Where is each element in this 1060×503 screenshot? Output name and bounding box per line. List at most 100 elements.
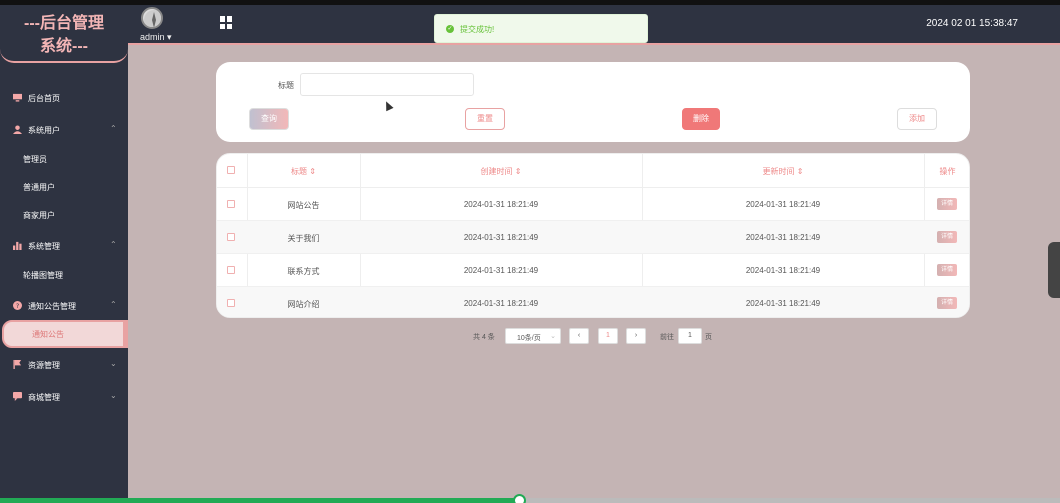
- table-row: 网站介绍 2024-01-31 18:21:49 2024-01-31 18:2…: [217, 287, 969, 317]
- sidebar-item-label: 商城管理: [28, 393, 60, 402]
- reset-button[interactable]: 重置: [465, 108, 505, 130]
- cell-updated: 2024-01-31 18:21:49: [745, 266, 821, 275]
- username: admin: [140, 32, 165, 42]
- cell-created: 2024-01-31 18:21:49: [463, 266, 539, 275]
- logo-line-1: ---后台管理: [24, 15, 104, 32]
- detail-button[interactable]: 详情: [937, 231, 957, 243]
- page-size-value: 10条/页: [517, 335, 541, 342]
- table-row: 联系方式 2024-01-31 18:21:49 2024-01-31 18:2…: [217, 254, 969, 287]
- caret-down-icon: ▾: [167, 32, 172, 42]
- chevron-up-icon: ⌃: [110, 124, 117, 133]
- sidebar-item-system-management[interactable]: 系统管理 ⌃: [0, 231, 128, 261]
- app-logo: ---后台管理 系统---: [0, 5, 128, 63]
- chevron-down-icon: ⌄: [110, 391, 117, 400]
- page-progress-bar: [0, 494, 1060, 503]
- cell-created: 2024-01-31 18:21:49: [463, 299, 539, 308]
- cell-title: 网站介绍: [287, 300, 320, 309]
- cell-title: 联系方式: [287, 267, 320, 276]
- page-size-select[interactable]: 10条/页 ⌄: [505, 328, 561, 344]
- subitem-label: 普通用户: [23, 183, 55, 192]
- user-menu[interactable]: admin ▾: [140, 32, 172, 43]
- title-label: 标题: [278, 81, 294, 90]
- sidebar-item-resources[interactable]: 资源管理 ⌄: [0, 350, 128, 380]
- toast-message: 提交成功!: [460, 25, 495, 34]
- sidebar-item-shop[interactable]: 商城管理 ⌄: [0, 382, 128, 412]
- pagination-total: 共 4 条: [473, 334, 495, 341]
- sidebar: ---后台管理 系统--- 后台首页 系统用户 ⌃ 管理员 普通用户 商家用户 …: [0, 5, 128, 498]
- avatar-image-icon: [144, 10, 161, 27]
- sidebar-item-notice-management[interactable]: ? 通知公告管理 ⌃: [0, 291, 128, 321]
- title-search-input[interactable]: [300, 73, 474, 96]
- subitem-label: 轮播图管理: [23, 271, 63, 280]
- grid-menu-icon[interactable]: [220, 16, 233, 29]
- detail-button[interactable]: 详情: [937, 198, 957, 210]
- page-number-1[interactable]: 1: [598, 328, 618, 344]
- page-jump-input[interactable]: 1: [678, 328, 702, 344]
- cell-updated: 2024-01-31 18:21:49: [745, 299, 821, 308]
- sidebar-item-home[interactable]: 后台首页: [0, 83, 128, 113]
- sidebar-item-label: 系统用户: [28, 126, 60, 135]
- column-header-created[interactable]: 创建时间 ⇕: [360, 166, 642, 177]
- notice-table: 标题 ⇕ 创建时间 ⇕ 更新时间 ⇕ 操作 网站公告 2024-01-31 18…: [216, 153, 970, 318]
- sidebar-subitem-merchants[interactable]: 商家用户: [0, 201, 128, 229]
- question-icon: ?: [13, 301, 22, 310]
- header-datetime: 2024 02 01 15:38:47: [926, 18, 1018, 29]
- sidebar-item-label: 通知公告管理: [28, 302, 76, 311]
- cell-created: 2024-01-31 18:21:49: [463, 200, 539, 209]
- prev-page-button[interactable]: ‹: [569, 328, 589, 344]
- row-checkbox[interactable]: [227, 233, 235, 241]
- chat-icon: [13, 392, 22, 401]
- subitem-label: 通知公告: [32, 330, 64, 339]
- table-row: 网站公告 2024-01-31 18:21:49 2024-01-31 18:2…: [217, 188, 969, 221]
- side-scroll-handle[interactable]: [1048, 242, 1060, 298]
- sidebar-subitem-carousel[interactable]: 轮播图管理: [0, 261, 128, 289]
- cell-created: 2024-01-31 18:21:49: [463, 233, 539, 242]
- user-icon: [13, 125, 22, 134]
- success-toast: ✓ 提交成功!: [434, 14, 648, 43]
- subitem-label: 管理员: [23, 155, 47, 164]
- detail-button[interactable]: 详情: [937, 297, 957, 309]
- sidebar-item-label: 后台首页: [28, 94, 60, 103]
- sidebar-item-label: 系统管理: [28, 242, 60, 251]
- cell-title: 网站公告: [287, 201, 320, 210]
- add-button[interactable]: 添加: [897, 108, 937, 130]
- sidebar-subitem-admins[interactable]: 管理员: [0, 145, 128, 173]
- bar-chart-icon: [13, 241, 22, 250]
- row-checkbox[interactable]: [227, 266, 235, 274]
- chevron-down-icon: ⌄: [110, 359, 117, 368]
- progress-knob[interactable]: [513, 494, 527, 503]
- query-button[interactable]: 查询: [249, 108, 289, 130]
- page-suffix-label: 页: [705, 334, 712, 341]
- sidebar-subitem-users[interactable]: 普通用户: [0, 173, 128, 201]
- cell-title: 关于我们: [287, 234, 320, 243]
- search-panel: 标题 查询 重置 删除 添加: [216, 62, 970, 142]
- detail-button[interactable]: 详情: [937, 264, 957, 276]
- logo-line-2: 系统---: [40, 38, 88, 55]
- subitem-label: 商家用户: [23, 211, 55, 220]
- cell-updated: 2024-01-31 18:21:49: [745, 200, 821, 209]
- next-page-button[interactable]: ›: [626, 328, 646, 344]
- row-checkbox[interactable]: [227, 200, 235, 208]
- active-indicator: [123, 322, 126, 346]
- check-circle-icon: ✓: [446, 25, 454, 33]
- goto-label: 前往: [660, 334, 674, 341]
- sidebar-item-system-users[interactable]: 系统用户 ⌃: [0, 115, 128, 145]
- select-all-checkbox[interactable]: [227, 166, 235, 174]
- table-header: 标题 ⇕ 创建时间 ⇕ 更新时间 ⇕ 操作: [217, 154, 969, 188]
- progress-fill: [0, 498, 520, 503]
- column-header-updated[interactable]: 更新时间 ⇕: [642, 166, 924, 177]
- svg-text:?: ?: [16, 303, 19, 310]
- delete-button[interactable]: 删除: [682, 108, 720, 130]
- monitor-icon: [13, 93, 22, 102]
- avatar[interactable]: [141, 7, 163, 29]
- chevron-up-icon: ⌃: [110, 300, 117, 309]
- row-checkbox[interactable]: [227, 299, 235, 307]
- sidebar-subitem-notices[interactable]: 通知公告: [2, 320, 128, 348]
- column-header-actions: 操作: [939, 167, 956, 176]
- cell-updated: 2024-01-31 18:21:49: [745, 233, 821, 242]
- column-header-title[interactable]: 标题 ⇕: [247, 166, 360, 177]
- chevron-down-icon: ⌄: [550, 333, 556, 340]
- table-row: 关于我们 2024-01-31 18:21:49 2024-01-31 18:2…: [217, 221, 969, 254]
- chevron-up-icon: ⌃: [110, 240, 117, 249]
- sidebar-item-label: 资源管理: [28, 361, 60, 370]
